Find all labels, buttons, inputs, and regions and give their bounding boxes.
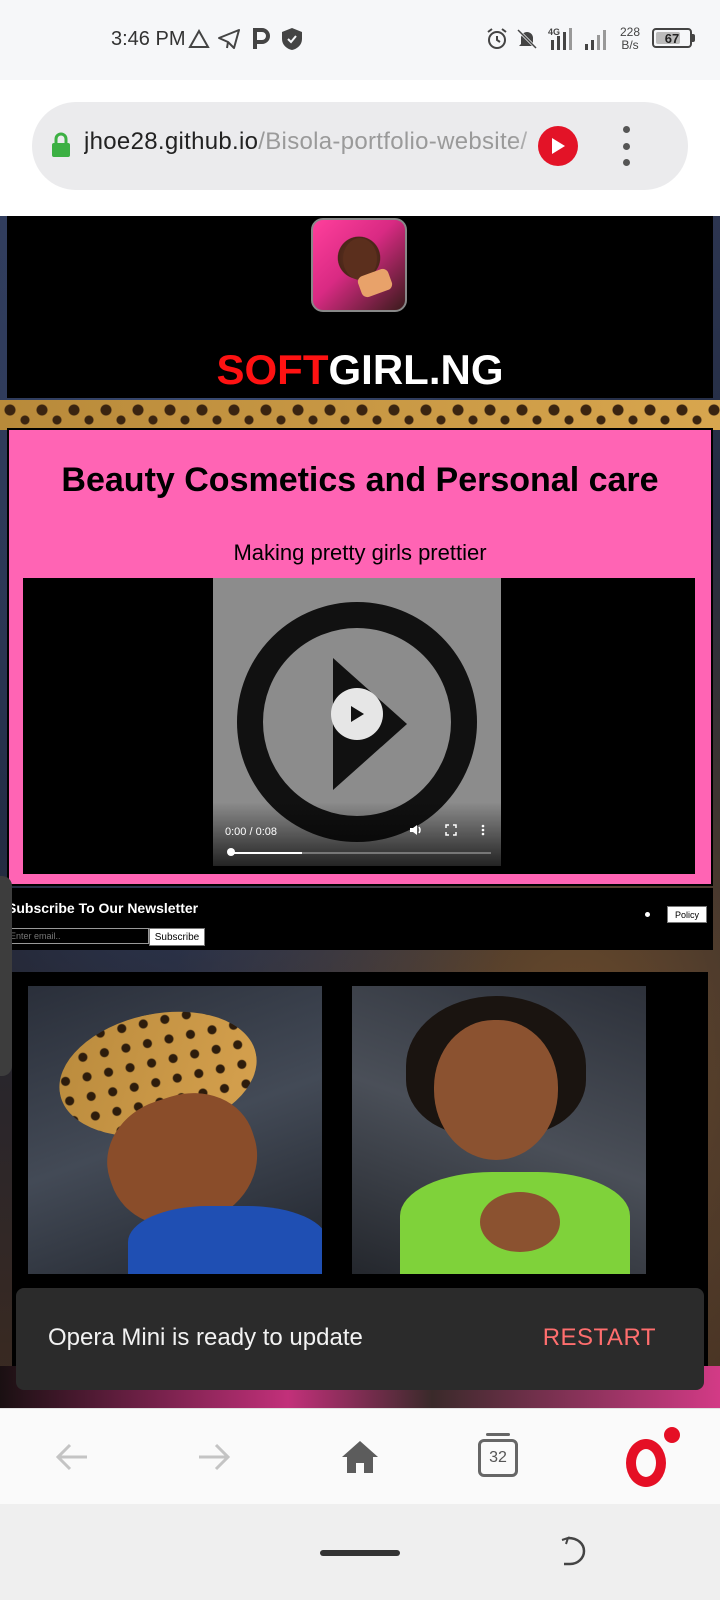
battery-cap bbox=[692, 34, 695, 42]
video-time: 0:00 / 0:08 bbox=[225, 826, 277, 838]
rotate-icon[interactable] bbox=[556, 1534, 590, 1568]
forward-arrow-icon bbox=[199, 1443, 231, 1471]
forward-button[interactable] bbox=[186, 1429, 242, 1485]
video-progress-fill bbox=[229, 852, 303, 854]
brand-part-soft: SOFT bbox=[216, 346, 329, 393]
address-bar[interactable]: jhoe28.github.io/Bisola-portfolio-websit… bbox=[32, 102, 688, 190]
video-progress[interactable] bbox=[229, 852, 491, 854]
video-frame: 0:00 / 0:08 bbox=[23, 578, 695, 874]
back-button[interactable] bbox=[44, 1429, 100, 1485]
side-panel-handle[interactable] bbox=[0, 876, 12, 1076]
video-more-icon[interactable] bbox=[481, 824, 485, 839]
hero-subtitle: Making pretty girls prettier bbox=[233, 540, 487, 565]
video-controls: 0:00 / 0:08 bbox=[213, 802, 501, 866]
battery-icon: 67 bbox=[652, 28, 692, 48]
video-player[interactable]: 0:00 / 0:08 bbox=[213, 578, 501, 866]
4g-signal-icon: 4G bbox=[546, 25, 578, 53]
opera-menu-icon[interactable] bbox=[626, 1439, 666, 1487]
svg-text:4G: 4G bbox=[548, 27, 560, 37]
newsletter-email-input[interactable] bbox=[7, 928, 149, 944]
background-photo-strip bbox=[0, 400, 720, 430]
battery-level: 67 bbox=[664, 31, 680, 46]
brand-part-girl: GIRL.NG bbox=[328, 346, 504, 393]
fullscreen-icon[interactable] bbox=[445, 824, 457, 839]
tabs-button[interactable]: 32 bbox=[478, 1439, 518, 1477]
subscribe-button[interactable]: Subscribe bbox=[149, 928, 205, 946]
video-scrub-knob[interactable] bbox=[227, 848, 235, 856]
home-gesture-pill[interactable] bbox=[320, 1550, 400, 1556]
site-brand[interactable]: SOFTGIRL.NG bbox=[7, 344, 713, 396]
policy-bullet bbox=[645, 912, 650, 917]
url-path: /Bisola-portfolio-website/ bbox=[258, 128, 528, 155]
site-header: SOFTGIRL.NG bbox=[7, 216, 713, 398]
gallery-photo[interactable] bbox=[28, 986, 322, 1274]
volume-icon[interactable] bbox=[409, 824, 423, 839]
url-text[interactable]: jhoe28.github.io/Bisola-portfolio-websit… bbox=[84, 128, 564, 164]
video-play-badge-icon[interactable] bbox=[538, 126, 578, 166]
menu-dot bbox=[622, 126, 630, 133]
web-content: SOFTGIRL.NG Beauty Cosmetics and Persona… bbox=[0, 216, 720, 1408]
signal-icon bbox=[582, 25, 612, 53]
net-speed-unit: B/s bbox=[621, 38, 639, 52]
site-logo[interactable] bbox=[311, 218, 407, 312]
newsletter-title: Subscribe To Our Newsletter bbox=[7, 900, 199, 916]
gallery-photo[interactable] bbox=[352, 986, 646, 1274]
newsletter-section: Subscribe To Our Newsletter Subscribe Po… bbox=[7, 888, 713, 950]
photo-face bbox=[434, 1020, 558, 1160]
update-toast: Opera Mini is ready to update RESTART bbox=[16, 1288, 704, 1390]
toast-message: Opera Mini is ready to update bbox=[48, 1324, 363, 1351]
alarm-icon bbox=[484, 25, 510, 53]
home-button[interactable] bbox=[332, 1429, 388, 1485]
hero-section: Beauty Cosmetics and Personal care Makin… bbox=[7, 428, 713, 886]
parking-icon bbox=[250, 25, 272, 53]
policy-button[interactable]: Policy bbox=[667, 906, 707, 923]
tabs-stack-icon bbox=[486, 1433, 510, 1436]
restart-button[interactable]: RESTART bbox=[543, 1324, 656, 1352]
menu-dot bbox=[622, 159, 630, 166]
photo-top bbox=[128, 1206, 322, 1274]
net-speed-value: 228 bbox=[620, 25, 641, 39]
telegram-icon bbox=[216, 25, 242, 53]
status-bar: 3:46 PM 4G 228 B/s 67 bbox=[0, 0, 720, 80]
net-speed: 228 B/s bbox=[620, 26, 640, 52]
browser-menu-icon[interactable] bbox=[620, 126, 632, 166]
status-time: 3:46 PM bbox=[111, 28, 186, 50]
notification-dot bbox=[662, 1425, 682, 1445]
home-icon bbox=[342, 1441, 378, 1473]
browser-toolbar: jhoe28.github.io/Bisola-portfolio-websit… bbox=[0, 80, 720, 216]
url-domain: jhoe28.github.io bbox=[84, 128, 259, 155]
photo-cutout bbox=[480, 1192, 560, 1252]
shield-icon bbox=[280, 25, 304, 53]
system-gesture-bar bbox=[0, 1504, 720, 1600]
drive-icon bbox=[187, 25, 211, 53]
lock-icon bbox=[50, 132, 72, 158]
menu-dot bbox=[622, 142, 630, 150]
back-arrow-icon bbox=[55, 1443, 87, 1471]
video-play-button[interactable] bbox=[331, 688, 383, 740]
mute-icon bbox=[514, 25, 540, 53]
hero-title: Beauty Cosmetics and Personal care bbox=[61, 461, 659, 499]
bottom-navigation: 32 bbox=[0, 1408, 720, 1505]
